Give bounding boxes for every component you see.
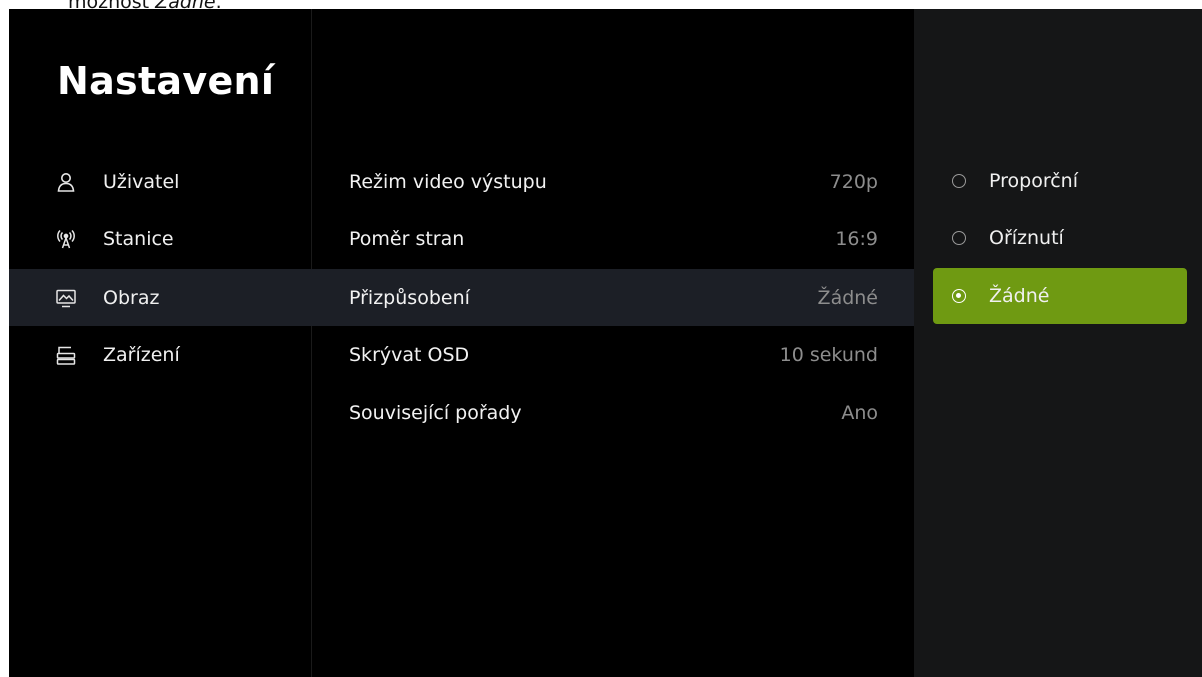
setting-value: 720p	[829, 170, 878, 193]
setting-row-fit[interactable]: Přizpůsobení Žádné	[312, 269, 914, 326]
nav-item-obraz[interactable]: Obraz	[9, 269, 311, 326]
nav-item-label: Stanice	[103, 227, 174, 250]
page-title: Nastavení	[57, 59, 275, 103]
setting-row-related-shows[interactable]: Související pořady Ano	[312, 384, 914, 441]
setting-name: Režim video výstupu	[349, 170, 547, 193]
setting-row-aspect-ratio[interactable]: Poměr stran 16:9	[312, 210, 914, 267]
nav-item-label: Zařízení	[103, 343, 180, 366]
setting-name: Související pořady	[349, 401, 522, 424]
setting-name: Přizpůsobení	[349, 286, 470, 309]
user-icon	[55, 171, 77, 193]
setting-name: Poměr stran	[349, 227, 465, 250]
radio-dot	[956, 293, 961, 298]
option-label: Oříznutí	[989, 227, 1064, 249]
fit-options-panel: Proporční Oříznutí Žádné	[914, 9, 1202, 677]
setting-value: 16:9	[835, 227, 878, 250]
setting-row-video-output[interactable]: Režim video výstupu 720p	[312, 153, 914, 210]
setting-name: Skrývat OSD	[349, 343, 470, 366]
nav-item-uzivatel[interactable]: Uživatel	[9, 153, 311, 210]
nav-item-label: Obraz	[103, 286, 160, 309]
nav-item-zarizeni[interactable]: Zařízení	[9, 326, 311, 383]
option-label: Proporční	[989, 170, 1078, 192]
option-proporcni[interactable]: Proporční	[933, 153, 1187, 209]
antenna-icon	[55, 228, 77, 250]
option-oriznuti[interactable]: Oříznutí	[933, 210, 1187, 266]
radio-unselected-icon	[952, 174, 966, 188]
set-top-box-icon	[55, 344, 77, 366]
picture-icon	[55, 287, 77, 309]
option-zadne[interactable]: Žádné	[933, 268, 1187, 324]
setting-value: Ano	[841, 401, 878, 424]
setting-value: Žádné	[817, 286, 878, 309]
option-label: Žádné	[989, 285, 1050, 307]
tv-settings-screen: Nastavení Uživatel Stanice Obraz Zařízen…	[9, 9, 1202, 677]
nav-item-label: Uživatel	[103, 170, 180, 193]
nav-item-stanice[interactable]: Stanice	[9, 210, 311, 267]
setting-row-hide-osd[interactable]: Skrývat OSD 10 sekund	[312, 326, 914, 383]
setting-value: 10 sekund	[779, 343, 878, 366]
radio-unselected-icon	[952, 231, 966, 245]
radio-selected-icon	[952, 289, 966, 303]
